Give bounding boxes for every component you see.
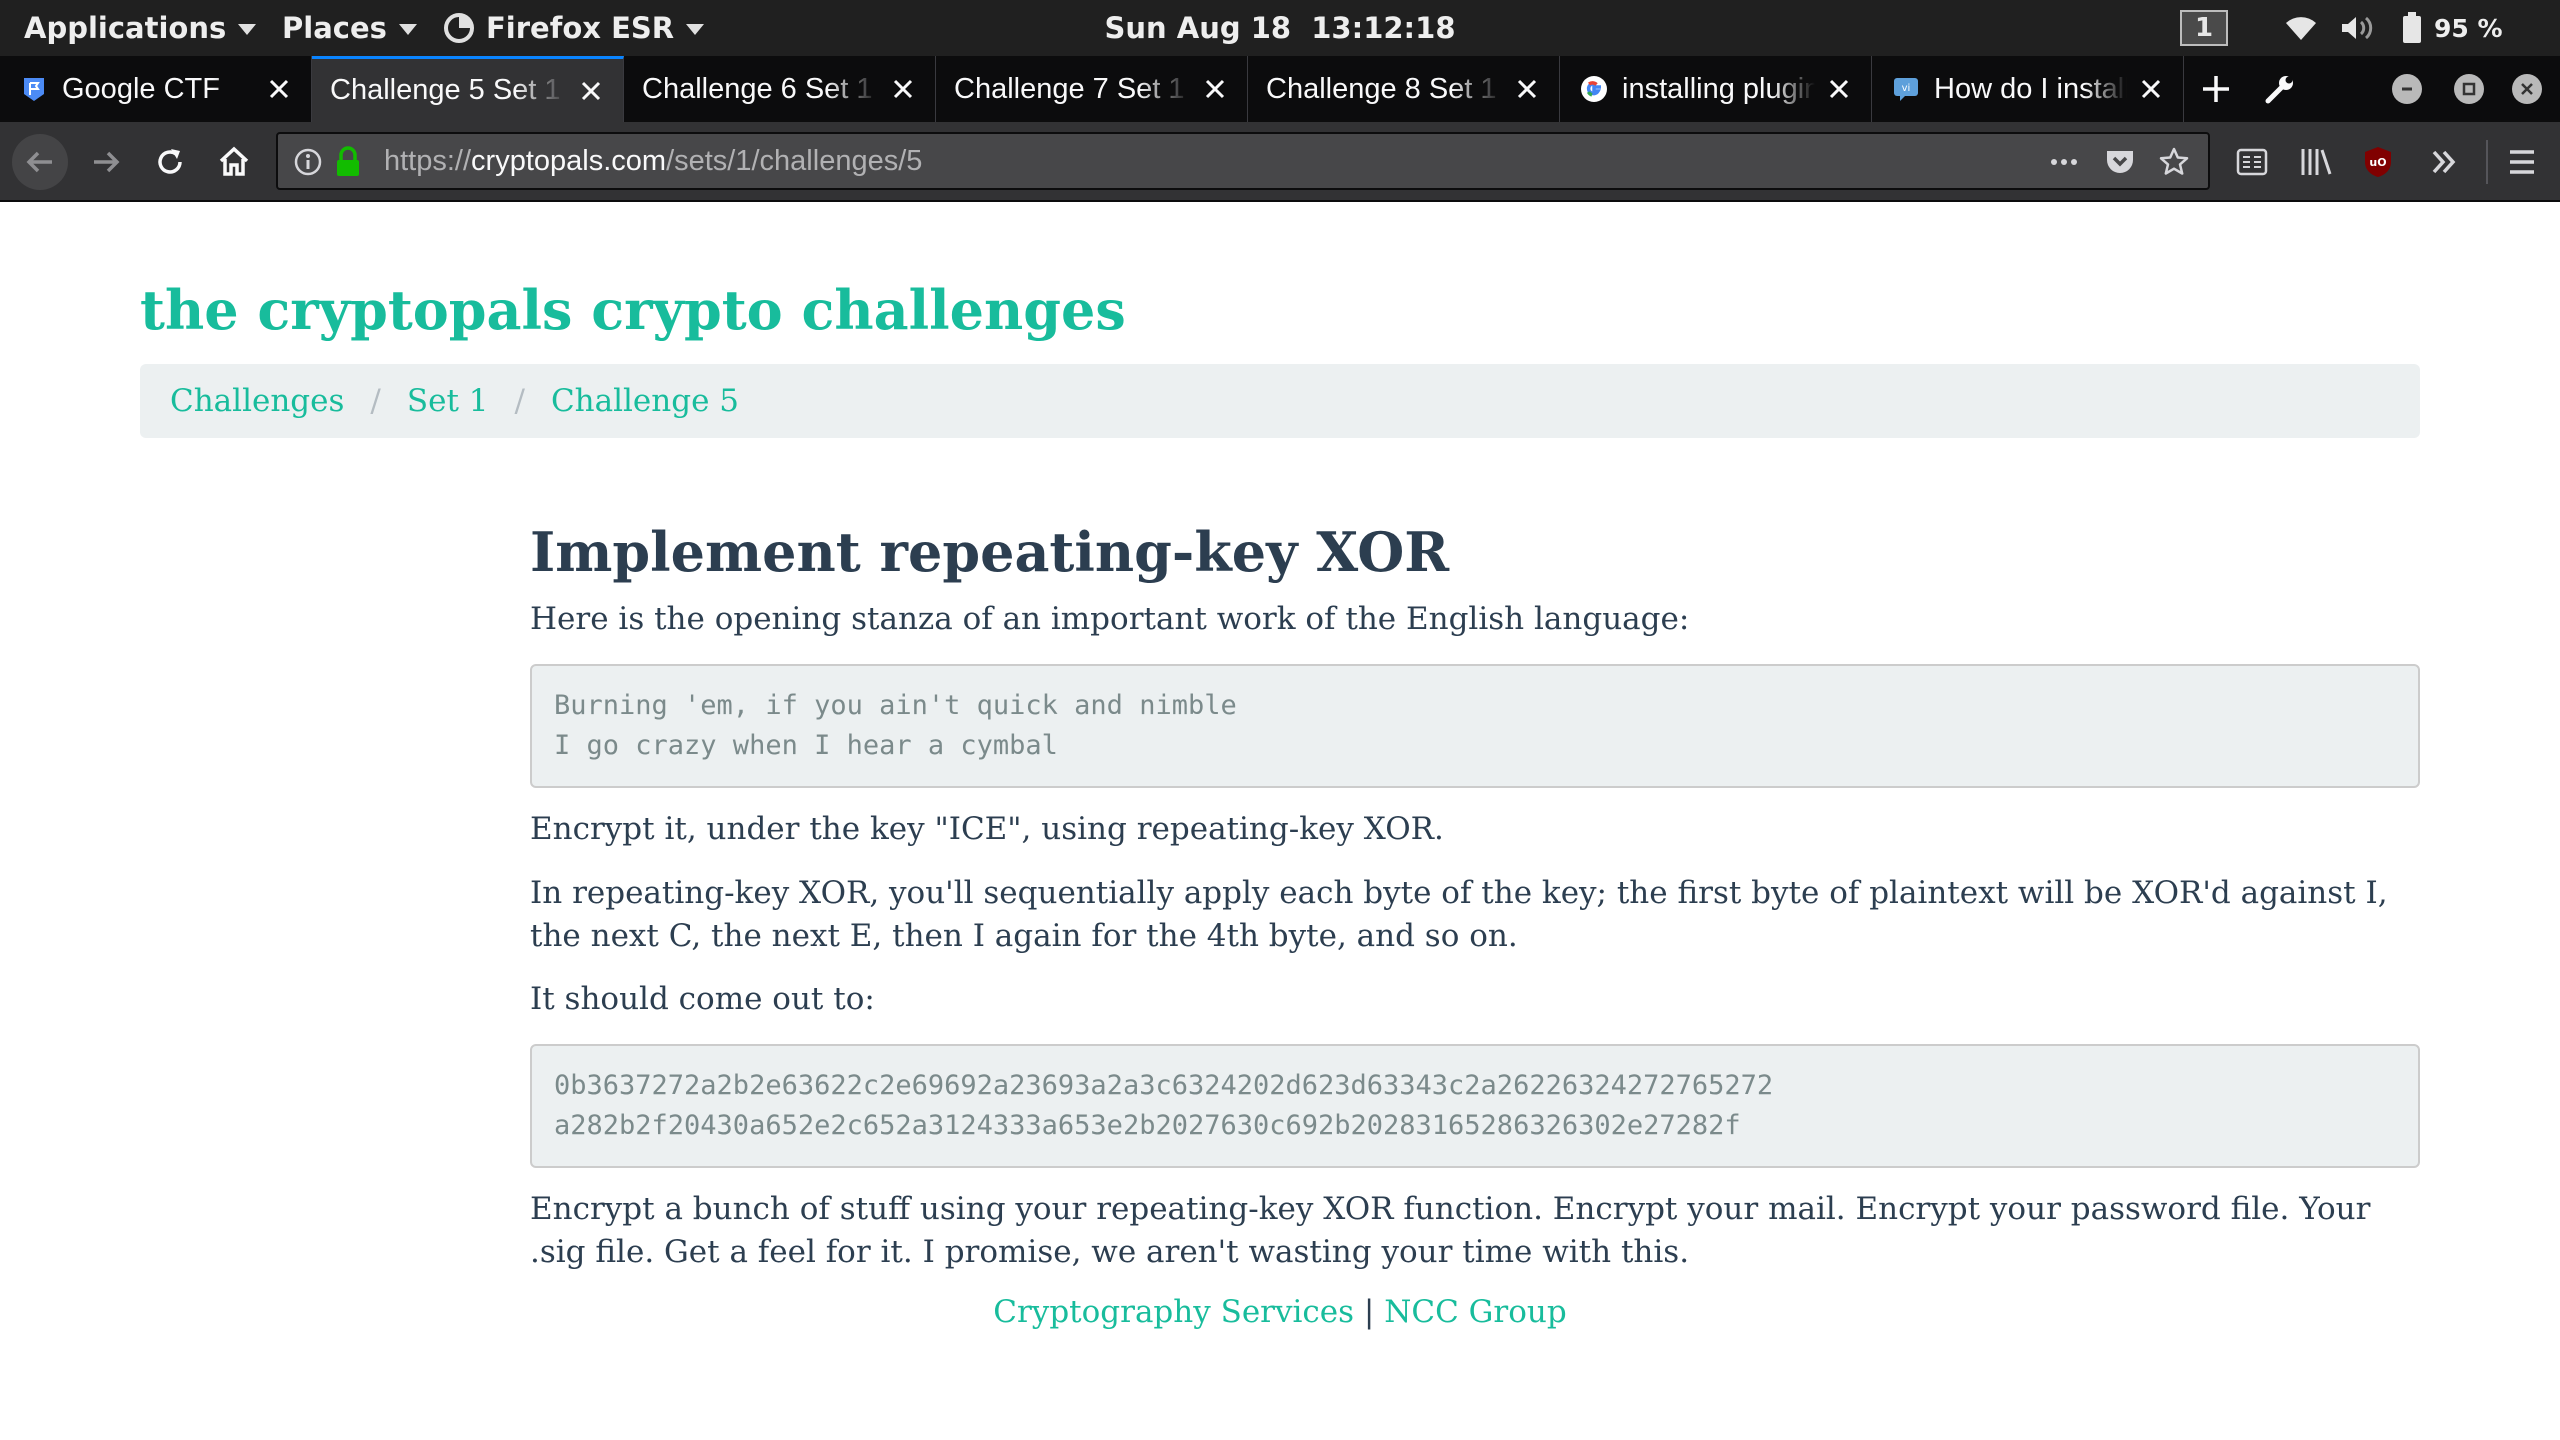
close-icon[interactable]: [889, 75, 917, 103]
instruction-paragraph: Encrypt it, under the key "ICE", using r…: [530, 811, 1444, 847]
firefox-app-menu[interactable]: Firefox ESR: [444, 0, 705, 56]
tab-title: Google CTF: [62, 72, 220, 105]
clock[interactable]: Sun Aug 18 13:12:18: [1104, 11, 1455, 45]
ublock-origin-icon[interactable]: uO: [2358, 142, 2398, 182]
wrench-icon[interactable]: [2252, 56, 2308, 122]
battery-indicator[interactable]: 95 %: [2402, 0, 2503, 56]
wifi-icon[interactable]: [2284, 0, 2318, 56]
places-label: Places: [282, 11, 387, 45]
hamburger-menu-icon[interactable]: [2502, 142, 2542, 182]
chevron-down-icon: [686, 24, 705, 35]
tab-strip: Google CTF Challenge 5 Set 1 - The Crypt…: [0, 56, 2560, 122]
tab-how-do-i-install[interactable]: vi How do I install: [1872, 56, 2184, 122]
url-host: cryptopals.com: [471, 144, 667, 177]
page-footer: Cryptography Services | NCC Group: [0, 1294, 2560, 1330]
breadcrumb-link-challenge-5[interactable]: Challenge 5: [551, 383, 739, 419]
tab-title: Challenge 6 Set 1 - The Cryptopals Crypt…: [642, 72, 879, 105]
challenge-heading: Implement repeating-key XOR: [530, 520, 1450, 584]
close-icon[interactable]: [1513, 75, 1541, 103]
breadcrumb-link-challenges[interactable]: Challenges: [170, 383, 344, 419]
flag-icon: [20, 75, 48, 103]
forward-button[interactable]: [78, 134, 134, 190]
library-icon[interactable]: [2296, 142, 2336, 182]
vim-icon: vi: [1892, 75, 1920, 103]
tab-installing-plugins[interactable]: installing plugins: [1560, 56, 1872, 122]
tab-title: Challenge 8 Set 1 - The Cryptopals Crypt…: [1266, 72, 1503, 105]
footer-link-ncc-group[interactable]: NCC Group: [1384, 1294, 1566, 1330]
minimize-button[interactable]: [2392, 74, 2422, 104]
reader-view-icon[interactable]: [2232, 142, 2272, 182]
url-text[interactable]: https://cryptopals.com/sets/1/challenges…: [384, 134, 922, 188]
navigation-toolbar: https://cryptopals.com/sets/1/challenges…: [0, 122, 2560, 202]
reload-icon: [158, 149, 182, 174]
close-icon[interactable]: [2137, 75, 2165, 103]
explanation-paragraph: In repeating-key XOR, you'll sequentiall…: [530, 875, 2388, 954]
close-icon[interactable]: [1825, 75, 1853, 103]
breadcrumb-separator: /: [370, 383, 381, 419]
footer-separator: |: [1363, 1294, 1375, 1330]
web-page: the cryptopals crypto challenges Challen…: [0, 202, 2560, 1440]
places-menu[interactable]: Places: [282, 0, 417, 56]
firefox-label: Firefox ESR: [486, 11, 675, 45]
workspace-number: 1: [2194, 13, 2214, 43]
applications-label: Applications: [24, 11, 227, 45]
chevron-down-icon: [398, 24, 417, 35]
battery-label: 95 %: [2434, 13, 2503, 43]
svg-text:uO: uO: [2369, 156, 2386, 169]
google-icon: [1580, 75, 1608, 103]
challenge-article: Implement repeating-key XOR: [530, 520, 2420, 584]
pocket-icon[interactable]: [2104, 146, 2136, 178]
svg-text:vi: vi: [1902, 83, 1911, 94]
tab-challenge-5[interactable]: Challenge 5 Set 1 - The Cryptopals Crypt…: [312, 56, 624, 122]
battery-icon: [2402, 12, 2422, 44]
breadcrumb: Challenges / Set 1 / Challenge 5: [140, 364, 2420, 438]
tab-title: How do I install: [1934, 72, 2127, 105]
close-icon[interactable]: [265, 75, 293, 103]
workspace-indicator[interactable]: 1: [2180, 10, 2228, 46]
chevron-down-icon: [238, 24, 257, 35]
footer-link-cryptography-services[interactable]: Cryptography Services: [993, 1294, 1354, 1330]
tab-title: Challenge 5 Set 1 - The Cryptopals Crypt…: [330, 74, 567, 106]
home-icon: [219, 146, 249, 176]
tab-challenge-6[interactable]: Challenge 6 Set 1 - The Cryptopals Crypt…: [624, 56, 936, 122]
url-bar[interactable]: https://cryptopals.com/sets/1/challenges…: [276, 132, 2210, 190]
plus-icon: [2203, 76, 2229, 102]
bookmark-star-icon[interactable]: [2158, 146, 2190, 178]
tab-challenge-8[interactable]: Challenge 8 Set 1 - The Cryptopals Crypt…: [1248, 56, 1560, 122]
reload-button[interactable]: [142, 134, 198, 190]
url-path: /sets/1/challenges/5: [666, 144, 923, 177]
maximize-button[interactable]: [2454, 74, 2484, 104]
new-tab-button[interactable]: [2188, 56, 2244, 122]
ciphertext-code-block: 0b3637272a2b2e63622c2e69692a23693a2a3c63…: [530, 1044, 2420, 1168]
volume-icon[interactable]: [2340, 0, 2376, 56]
close-icon[interactable]: [1201, 75, 1229, 103]
result-intro-paragraph: It should come out to:: [530, 981, 875, 1017]
firefox-icon: [444, 13, 474, 43]
close-icon[interactable]: [577, 77, 605, 105]
arrow-left-icon: [26, 151, 52, 173]
site-title[interactable]: the cryptopals crypto challenges: [140, 278, 1126, 342]
tab-title: installing plugins: [1622, 72, 1815, 105]
tab-challenge-7[interactable]: Challenge 7 Set 1 - The Cryptopals Crypt…: [936, 56, 1248, 122]
page-actions-icon[interactable]: [2048, 146, 2080, 178]
system-top-bar: Applications Places Firefox ESR Sun Aug …: [0, 0, 2560, 56]
toolbar-divider: [2486, 140, 2488, 184]
breadcrumb-link-set-1[interactable]: Set 1: [407, 383, 489, 419]
stanza-code-block: Burning 'em, if you ain't quick and nimb…: [530, 664, 2420, 788]
tab-title: Challenge 7 Set 1 - The Cryptopals Crypt…: [954, 72, 1191, 105]
applications-menu[interactable]: Applications: [24, 0, 257, 56]
breadcrumb-separator: /: [514, 383, 525, 419]
home-button[interactable]: [206, 134, 262, 190]
closing-paragraph: Encrypt a bunch of stuff using your repe…: [530, 1191, 2371, 1270]
back-button[interactable]: [12, 134, 68, 190]
intro-paragraph: Here is the opening stanza of an importa…: [530, 601, 1690, 637]
tab-google-ctf[interactable]: Google CTF: [0, 56, 312, 122]
info-icon[interactable]: [292, 146, 324, 178]
url-scheme: https://: [384, 144, 472, 177]
lock-icon[interactable]: [332, 146, 364, 178]
arrow-right-icon: [94, 151, 120, 173]
overflow-menu-icon[interactable]: [2424, 142, 2464, 182]
close-window-button[interactable]: [2512, 74, 2542, 104]
